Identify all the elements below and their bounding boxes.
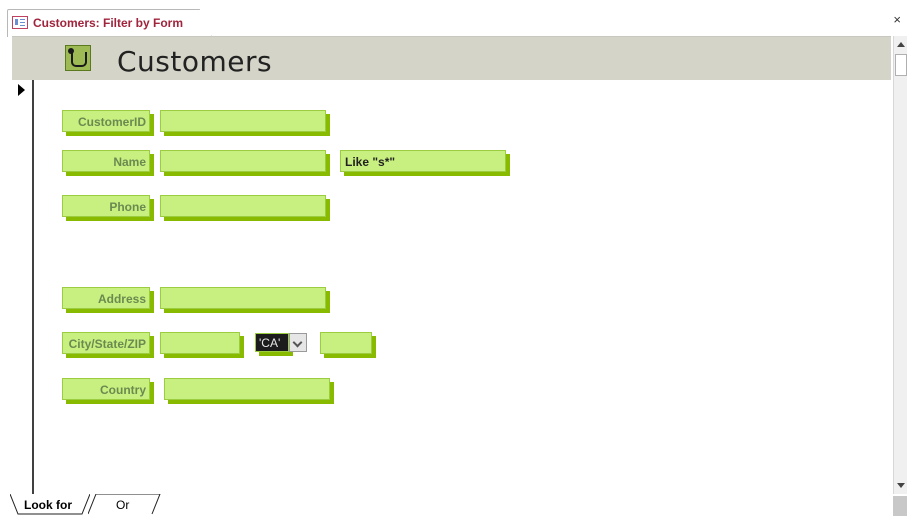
name-criteria-field[interactable]: Like "s*" [340, 150, 506, 172]
customerid-label: CustomerID [62, 110, 150, 132]
tab-look-for-label: Look for [24, 498, 72, 512]
record-selector[interactable] [12, 80, 34, 494]
chevron-down-icon[interactable] [289, 333, 307, 352]
form-header: Customers [12, 36, 891, 81]
current-record-arrow-icon [18, 84, 25, 96]
filter-tabs: Look for Or [0, 494, 893, 516]
state-combo-value[interactable]: 'CA' [255, 333, 289, 352]
country-field[interactable] [164, 378, 330, 400]
phone-field[interactable] [160, 195, 326, 217]
address-field[interactable] [160, 287, 326, 309]
document-tab-strip: Customers: Filter by Form × [0, 0, 907, 37]
vertical-scrollbar[interactable] [893, 36, 907, 494]
close-icon[interactable]: × [893, 12, 901, 27]
customerid-field[interactable] [160, 110, 326, 132]
city-state-zip-label: City/State/ZIP [62, 332, 150, 354]
form-icon [12, 16, 28, 29]
document-tab-title: Customers: Filter by Form [33, 16, 184, 30]
name-field[interactable] [160, 150, 326, 172]
city-field[interactable] [160, 332, 240, 354]
form-title: Customers [117, 45, 273, 78]
tab-or-label: Or [116, 498, 130, 512]
document-tab[interactable]: Customers: Filter by Form [7, 9, 212, 37]
form-logo-icon [65, 45, 91, 71]
address-label: Address [62, 287, 150, 309]
form-window: Customers [12, 36, 891, 494]
country-label: Country [62, 378, 150, 400]
scroll-up-icon[interactable] [894, 38, 907, 52]
resize-grip[interactable] [893, 496, 907, 516]
scroll-down-icon[interactable] [894, 478, 907, 492]
name-label: Name [62, 150, 150, 172]
scroll-thumb[interactable] [895, 54, 907, 76]
tab-look-for[interactable]: Look for [10, 494, 90, 515]
phone-label: Phone [62, 195, 150, 217]
tab-or[interactable]: Or [88, 494, 166, 515]
zip-field[interactable] [320, 332, 372, 354]
